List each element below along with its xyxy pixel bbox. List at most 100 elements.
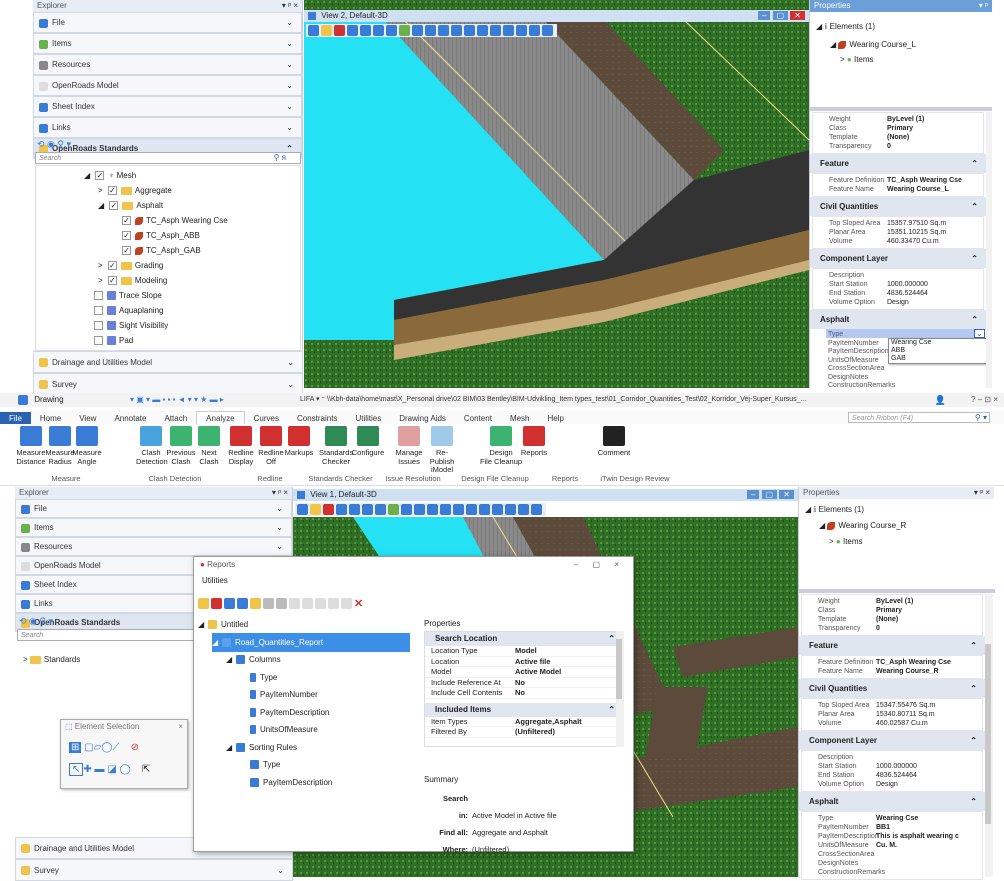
section-header[interactable]: Component Layer ⌃	[810, 249, 986, 268]
chevron-down-icon[interactable]: ⌄	[974, 329, 985, 338]
export-icon[interactable]	[341, 598, 352, 609]
save-icon[interactable]	[328, 598, 339, 609]
properties-controls[interactable]: ▾ ᵖ ×	[974, 487, 990, 499]
explorer-section-bottom[interactable]: Survey ⌄	[15, 859, 293, 881]
section-header[interactable]: Feature ⌃	[810, 154, 986, 173]
chevron-down-icon[interactable]: ⌄	[287, 352, 294, 373]
view-tool-icon[interactable]	[336, 504, 347, 515]
view-tool-icon[interactable]	[505, 504, 516, 515]
section-header[interactable]: Civil Quantities ⌃	[799, 679, 985, 698]
explorer-section-items[interactable]: Items ⌄	[33, 33, 302, 54]
view-tool-icon[interactable]	[321, 25, 332, 36]
chevron-up-icon[interactable]: ⌃	[608, 632, 615, 646]
view-tool-icon[interactable]	[373, 25, 384, 36]
collapse-toggle[interactable]: ◢	[98, 201, 106, 210]
chevron-down-icon[interactable]: ⌄	[286, 55, 293, 75]
view-tool-icon[interactable]	[440, 504, 451, 515]
dropdown-option[interactable]: Wearing Cse	[889, 339, 987, 347]
section-header[interactable]: Feature ⌃	[799, 636, 985, 655]
section-header[interactable]: Asphalt ⌃	[799, 792, 985, 811]
expand-toggle[interactable]: >	[98, 186, 105, 195]
ribbon-button-clash-detection[interactable]: Clash Detection	[136, 426, 168, 466]
expand-toggle[interactable]: >	[23, 655, 30, 664]
edit-icon[interactable]	[250, 598, 261, 609]
chevron-up-icon[interactable]: ⌃	[970, 792, 977, 811]
view-tool-icon[interactable]	[412, 25, 423, 36]
view-tool-icon[interactable]	[323, 504, 334, 515]
chevron-up-icon[interactable]: ⌃	[970, 679, 977, 698]
view-tool-icon[interactable]	[414, 504, 425, 515]
tab-analyze[interactable]: Analyze	[196, 411, 245, 424]
panel-splitter[interactable]	[810, 107, 993, 111]
reports-section-header[interactable]: Search Location ⌃	[425, 632, 623, 646]
chevron-down-icon[interactable]: ⌄	[286, 13, 293, 33]
ribbon-button-comment[interactable]: Comment	[596, 426, 632, 458]
visibility-checkbox[interactable]: ✓	[122, 246, 131, 256]
element-node[interactable]: ◢ Wearing Course_L	[830, 40, 916, 49]
selection-operations[interactable]: ↖ ✚ ▬ ◪ ◯ ⇱	[69, 763, 150, 776]
ribbon-button-previous-clash[interactable]: Previous Clash	[166, 426, 196, 466]
collapse-toggle[interactable]: ◢	[84, 171, 92, 180]
report-tree-item[interactable]: Type	[240, 755, 280, 774]
chevron-down-icon[interactable]: ⌄	[287, 374, 294, 395]
reports-window-controls[interactable]: – ▢ ×	[574, 557, 625, 573]
view-tool-icon[interactable]	[386, 25, 397, 36]
ribbon-button-measure-distance[interactable]: Measure Distance	[16, 426, 46, 466]
chevron-down-icon[interactable]: ⌄	[276, 500, 283, 518]
user-icon[interactable]: 👤	[935, 393, 946, 407]
view-tool-icon[interactable]	[479, 504, 490, 515]
section-header[interactable]: Asphalt ⌃	[810, 310, 986, 329]
chevron-down-icon[interactable]: ⌄	[286, 118, 293, 138]
cut-icon[interactable]	[276, 598, 287, 609]
view-tool-icon[interactable]	[297, 504, 308, 515]
standards-node[interactable]: > Standards	[23, 655, 80, 664]
explorer-section-resources[interactable]: Resources ⌄	[15, 537, 292, 556]
visibility-checkbox[interactable]: ✓	[107, 276, 117, 286]
view-tool-icon[interactable]	[427, 504, 438, 515]
explorer-section-bottom[interactable]: Drainage and Utilities Model ⌄	[33, 351, 303, 373]
properties-controls[interactable]: ▾ ᵖ	[979, 0, 988, 12]
elements-node[interactable]: ◢ ℹ Elements (1)	[816, 22, 875, 31]
panel-splitter[interactable]	[799, 589, 995, 593]
report-tree-item[interactable]: PayItemDescription	[240, 773, 332, 792]
view-tool-icon[interactable]	[438, 25, 449, 36]
window-controls[interactable]: ? – ⊡ ×	[971, 393, 998, 407]
columns-icon[interactable]	[224, 598, 235, 609]
collapse-toggle[interactable]: ◢	[819, 521, 827, 530]
report-tree-item[interactable]: ◢ Columns	[226, 650, 281, 669]
explorer-section-links[interactable]: Links ⌄	[33, 117, 302, 138]
close-icon[interactable]: ×	[178, 720, 183, 734]
ribbon-button-next-clash[interactable]: Next Clash	[194, 426, 224, 466]
chevron-down-icon[interactable]: ⌄	[286, 97, 293, 117]
chevron-up-icon[interactable]: ⌃	[971, 154, 978, 173]
report-tree-item[interactable]: PayItemNumber	[240, 685, 318, 704]
reports-menu-utilities[interactable]: Utilities	[194, 573, 633, 589]
items-node[interactable]: > ● Items	[829, 537, 863, 546]
view-tool-icon[interactable]	[453, 504, 464, 515]
explorer-section-resources[interactable]: Resources ⌄	[33, 54, 302, 75]
view-tool-icon[interactable]	[401, 504, 412, 515]
view-tool-icon[interactable]	[464, 25, 475, 36]
view-tool-icon[interactable]	[466, 504, 477, 515]
collapse-toggle[interactable]: ◢	[830, 40, 838, 49]
visibility-checkbox[interactable]: ✓	[107, 186, 117, 196]
view-toolbar[interactable]	[295, 503, 546, 516]
items-node[interactable]: > ● Items	[840, 55, 874, 64]
explorer-section-file[interactable]: File ⌄	[33, 12, 302, 33]
dropdown-option[interactable]: ABB	[889, 347, 987, 355]
type-dropdown[interactable]	[826, 329, 982, 338]
visibility-checkbox[interactable]	[94, 336, 103, 346]
view-tool-icon[interactable]	[425, 25, 436, 36]
ribbon-button-redline-off[interactable]: Redline Off	[256, 426, 286, 466]
explorer-controls[interactable]: ▾ ᵖ ×	[282, 0, 298, 12]
chevron-down-icon[interactable]: ⌄	[286, 34, 293, 54]
chevron-down-icon[interactable]: ⌄	[286, 76, 293, 96]
explorer-section-sheet-index[interactable]: Sheet Index ⌄	[33, 96, 302, 117]
report-tree-item[interactable]: UnitsOfMeasure	[240, 720, 318, 739]
paste-icon[interactable]	[289, 598, 300, 609]
properties-scrollbar[interactable]	[985, 594, 993, 877]
visibility-checkbox[interactable]: ✓	[107, 261, 117, 271]
reports-section-header[interactable]: Included Items ⌃	[425, 702, 623, 717]
view-tool-icon[interactable]	[375, 504, 386, 515]
elements-node[interactable]: ◢ ℹ Elements (1)	[805, 505, 864, 514]
